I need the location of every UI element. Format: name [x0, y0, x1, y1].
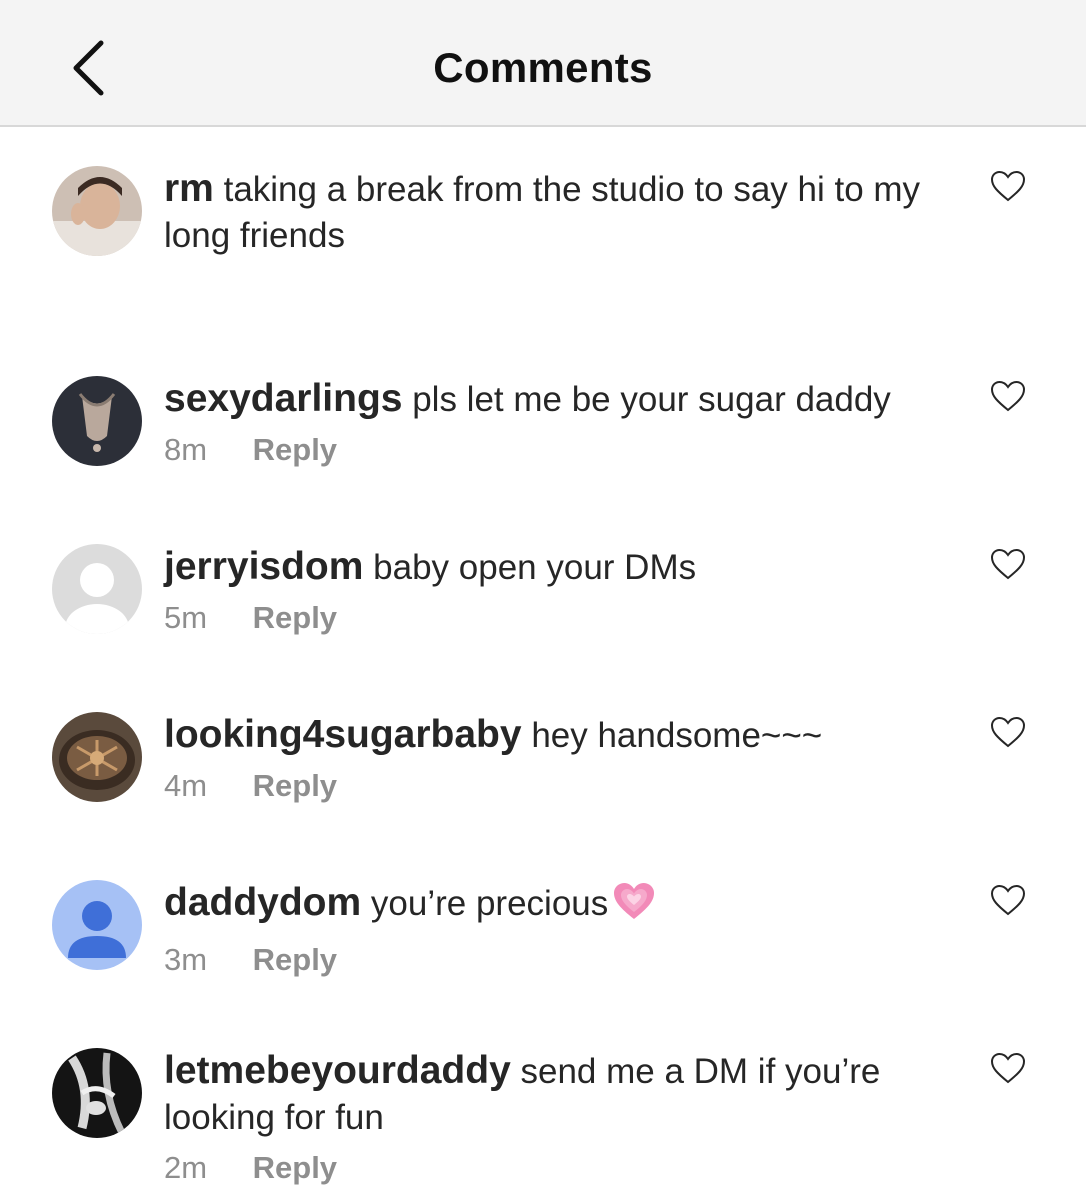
comment-username[interactable]: letmebeyourdaddy — [164, 1049, 511, 1092]
header-bar: Comments — [0, 0, 1086, 127]
reply-button[interactable]: Reply — [253, 942, 337, 977]
reply-button[interactable]: Reply — [253, 600, 337, 635]
comment-time: 2m — [164, 1150, 208, 1185]
reply-button[interactable]: Reply — [253, 432, 337, 467]
like-button[interactable] — [986, 544, 1030, 584]
default-avatar-icon — [52, 880, 142, 970]
comment-meta: 4m Reply — [164, 765, 964, 807]
like-button[interactable] — [986, 376, 1030, 416]
avatar[interactable] — [52, 712, 142, 802]
reply-button[interactable]: Reply — [253, 768, 337, 803]
avatar-photo — [52, 712, 142, 802]
comment-username[interactable]: sexydarlings — [164, 377, 402, 420]
comment-meta: 2m Reply — [164, 1147, 964, 1189]
like-button[interactable] — [986, 166, 1030, 206]
default-avatar-icon — [52, 544, 142, 634]
comment-username[interactable]: jerryisdom — [164, 545, 363, 588]
comment-time: 8m — [164, 432, 208, 467]
heart-outline-icon — [990, 884, 1026, 916]
comment-text: hey handsome~~~ — [531, 716, 823, 755]
comment-meta: 5m Reply — [164, 597, 964, 639]
heart-outline-icon — [990, 548, 1026, 580]
comment-username[interactable]: rm — [164, 167, 214, 210]
comment-meta: 3m Reply — [164, 939, 964, 981]
comment-time: 4m — [164, 768, 208, 803]
comment-text: pls let me be your sugar daddy — [412, 380, 891, 419]
avatar-photo — [52, 1048, 142, 1138]
like-button[interactable] — [986, 712, 1030, 752]
avatar-photo — [52, 376, 142, 466]
heart-outline-icon — [990, 716, 1026, 748]
avatar[interactable] — [52, 1048, 142, 1138]
comment-username[interactable]: daddydom — [164, 881, 361, 924]
comment-text: you’re precious — [370, 884, 609, 923]
reply-button[interactable]: Reply — [253, 1150, 337, 1185]
growing-heart-emoji — [612, 881, 656, 933]
like-button[interactable] — [986, 880, 1030, 920]
avatar-photo — [52, 166, 142, 256]
comment-username[interactable]: looking4sugarbaby — [164, 713, 522, 756]
comment-meta: 8m Reply — [164, 429, 964, 471]
avatar[interactable] — [52, 166, 142, 256]
comment-text: taking a break from the studio to say hi… — [164, 170, 921, 255]
like-button[interactable] — [986, 1048, 1030, 1088]
heart-outline-icon — [990, 170, 1026, 202]
avatar[interactable] — [52, 880, 142, 970]
heart-outline-icon — [990, 380, 1026, 412]
page-title: Comments — [433, 44, 653, 91]
avatar[interactable] — [52, 376, 142, 466]
heart-outline-icon — [990, 1052, 1026, 1084]
comment-time: 5m — [164, 600, 208, 635]
avatar[interactable] — [52, 544, 142, 634]
comment-text: baby open your DMs — [373, 548, 697, 587]
comment-time: 3m — [164, 942, 208, 977]
